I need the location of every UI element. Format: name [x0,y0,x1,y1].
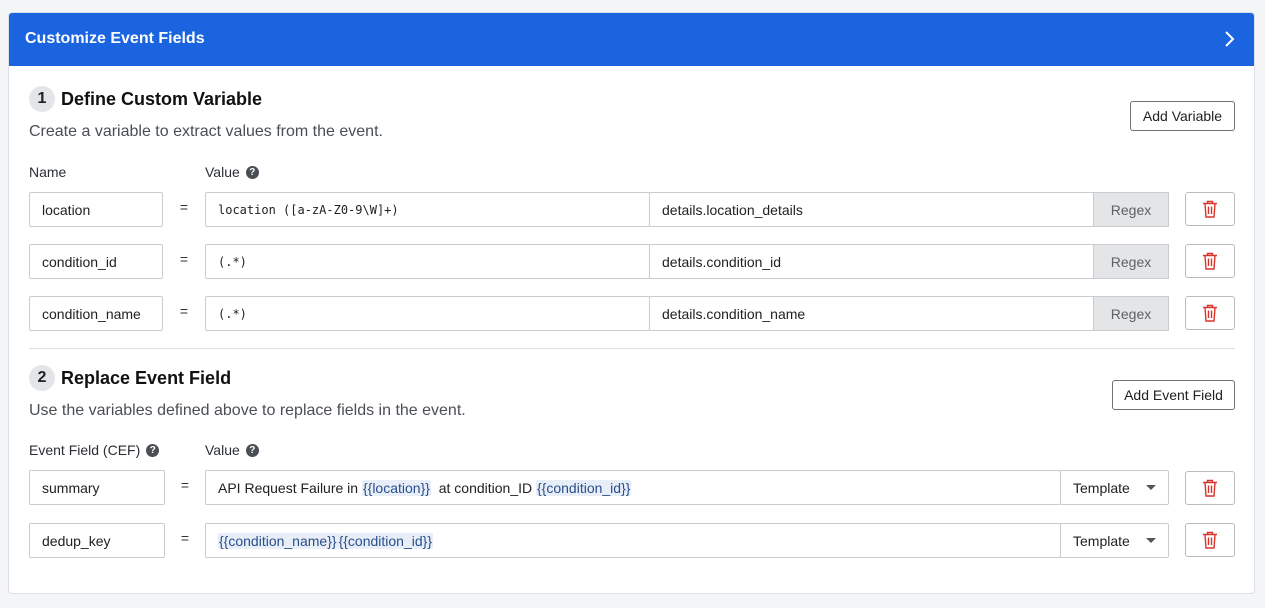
event-path-input[interactable]: details.location_details [649,192,1094,227]
template-variable: {{condition_name}} [218,532,338,549]
regex-pattern-input[interactable]: (.*) [205,244,650,279]
variable-name-input[interactable]: location [29,192,163,227]
regex-pattern-input[interactable]: location ([a-zA-Z0-9\W]+) [205,192,650,227]
event-field-label-text: Event Field (CEF) [29,442,141,458]
add-variable-button[interactable]: Add Variable [1130,101,1235,131]
section-description-define-variable: Create a variable to extract values from… [29,123,383,140]
value-label-text: Value [205,164,240,180]
equals-sign: = [179,251,189,267]
variable-name-input[interactable]: condition_name [29,296,163,331]
panel-title: Customize Event Fields [25,30,205,47]
value-type-selected: Template [1073,532,1130,549]
delete-variable-button[interactable] [1185,192,1235,226]
event-field-column-label: Event Field (CEF) ? [29,442,160,458]
section-description-replace-field: Use the variables defined above to repla… [29,402,466,419]
delete-variable-button[interactable] [1185,244,1235,278]
name-label-text: Name [29,164,67,180]
section-title-define-variable: Define Custom Variable [61,89,263,109]
equals-sign: = [179,303,189,319]
help-icon[interactable]: ? [146,443,160,457]
section-title-replace-field: Replace Event Field [61,368,232,388]
event-field-input[interactable]: dedup_key [29,523,165,558]
equals-sign: = [179,199,189,215]
trash-icon [1203,252,1217,270]
step-number-1: 1 [29,86,55,112]
delete-variable-button[interactable] [1185,296,1235,330]
value-label-text: Value [205,442,240,458]
value-type-select[interactable]: Template [1060,523,1169,558]
equals-sign: = [180,530,190,546]
template-variable: {{condition_id}} [536,479,632,496]
regex-type-label: Regex [1093,296,1169,331]
step-number-2: 2 [29,365,55,391]
help-icon[interactable]: ? [245,443,259,457]
customize-event-fields-panel: Customize Event Fields 1 Define Custom V… [8,12,1255,594]
value-column-label: Value ? [205,164,259,180]
regex-type-label: Regex [1093,244,1169,279]
panel-header[interactable]: Customize Event Fields [9,13,1254,66]
regex-pattern-input[interactable]: (.*) [205,296,650,331]
caret-down-icon [1146,538,1156,543]
trash-icon [1203,479,1217,497]
template-text: API Request Failure in [218,479,362,496]
chevron-right-icon[interactable] [1218,28,1240,50]
event-field-input[interactable]: summary [29,470,165,505]
trash-icon [1203,531,1217,549]
delete-event-field-button[interactable] [1185,471,1235,505]
value-type-select[interactable]: Template [1060,470,1169,505]
template-text: at condition_ID [430,479,536,496]
template-value-input[interactable]: API Request Failure in {{location}} at c… [205,470,1061,505]
event-path-input[interactable]: details.condition_name [649,296,1094,331]
variable-name-input[interactable]: condition_id [29,244,163,279]
trash-icon [1203,200,1217,218]
value-type-selected: Template [1073,479,1130,496]
add-event-field-button[interactable]: Add Event Field [1112,380,1235,410]
equals-sign: = [180,477,190,493]
delete-event-field-button[interactable] [1185,523,1235,557]
template-value-input[interactable]: {{condition_name}} {{condition_id}} [205,523,1061,558]
template-variable: {{location}} [361,479,431,496]
section-divider [29,348,1235,349]
regex-type-label: Regex [1093,192,1169,227]
trash-icon [1203,304,1217,322]
value-column-label: Value ? [205,442,259,458]
help-icon[interactable]: ? [245,165,259,179]
template-variable: {{condition_id}} [337,532,433,549]
name-column-label: Name [29,164,66,180]
event-path-input[interactable]: details.condition_id [649,244,1094,279]
caret-down-icon [1146,485,1156,490]
